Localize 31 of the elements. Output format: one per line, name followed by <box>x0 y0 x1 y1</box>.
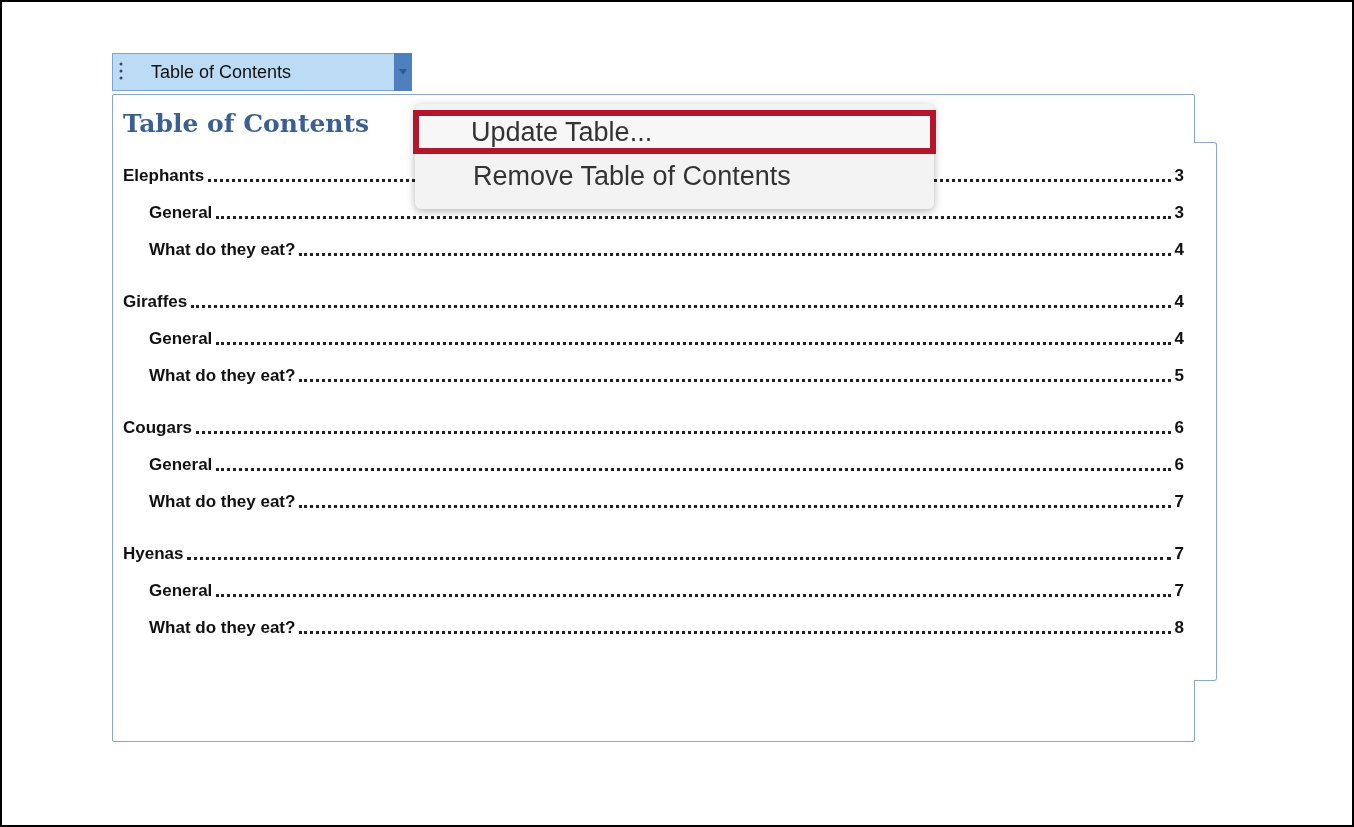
caret-icon <box>399 69 407 75</box>
page-number: 7 <box>1174 544 1184 564</box>
page-number: 6 <box>1174 455 1184 475</box>
toc-entry[interactable]: Giraffes <box>123 292 188 312</box>
toc-entry[interactable]: General <box>149 329 213 349</box>
toc-entry[interactable]: Hyenas <box>123 544 184 564</box>
menu-item[interactable]: Remove Table of Contents <box>415 154 934 198</box>
toc-entry[interactable]: General <box>149 455 213 475</box>
page-number: 4 <box>1174 292 1184 312</box>
page-number: 8 <box>1174 618 1184 638</box>
toc-title: Table of Contents <box>123 107 370 140</box>
page-number: 7 <box>1174 581 1184 601</box>
page-number: 4 <box>1174 240 1184 260</box>
toc-entry[interactable]: Cougars <box>123 418 192 438</box>
page-number: 3 <box>1174 203 1184 223</box>
tab-label: Table of Contents <box>151 61 292 83</box>
content-control-tab[interactable]: Table of Contents <box>112 53 412 91</box>
page-number: 7 <box>1174 492 1184 512</box>
page-number: 6 <box>1174 418 1184 438</box>
page-number: 3 <box>1174 166 1184 186</box>
toc-entry[interactable]: What do they eat? <box>149 618 296 638</box>
toc-entry[interactable]: Elephants <box>123 166 205 186</box>
menu-item[interactable]: Update Table... <box>413 110 936 154</box>
toc-entry[interactable]: What do they eat? <box>149 240 296 260</box>
page-number: 5 <box>1174 366 1184 386</box>
toc-entry[interactable]: General <box>149 203 213 223</box>
toc-entry[interactable]: What do they eat? <box>149 366 296 386</box>
toc-entry[interactable]: What do they eat? <box>149 492 296 512</box>
page-number: 4 <box>1174 329 1184 349</box>
toc-entry[interactable]: General <box>149 581 213 601</box>
grip-icon[interactable] <box>119 62 123 82</box>
